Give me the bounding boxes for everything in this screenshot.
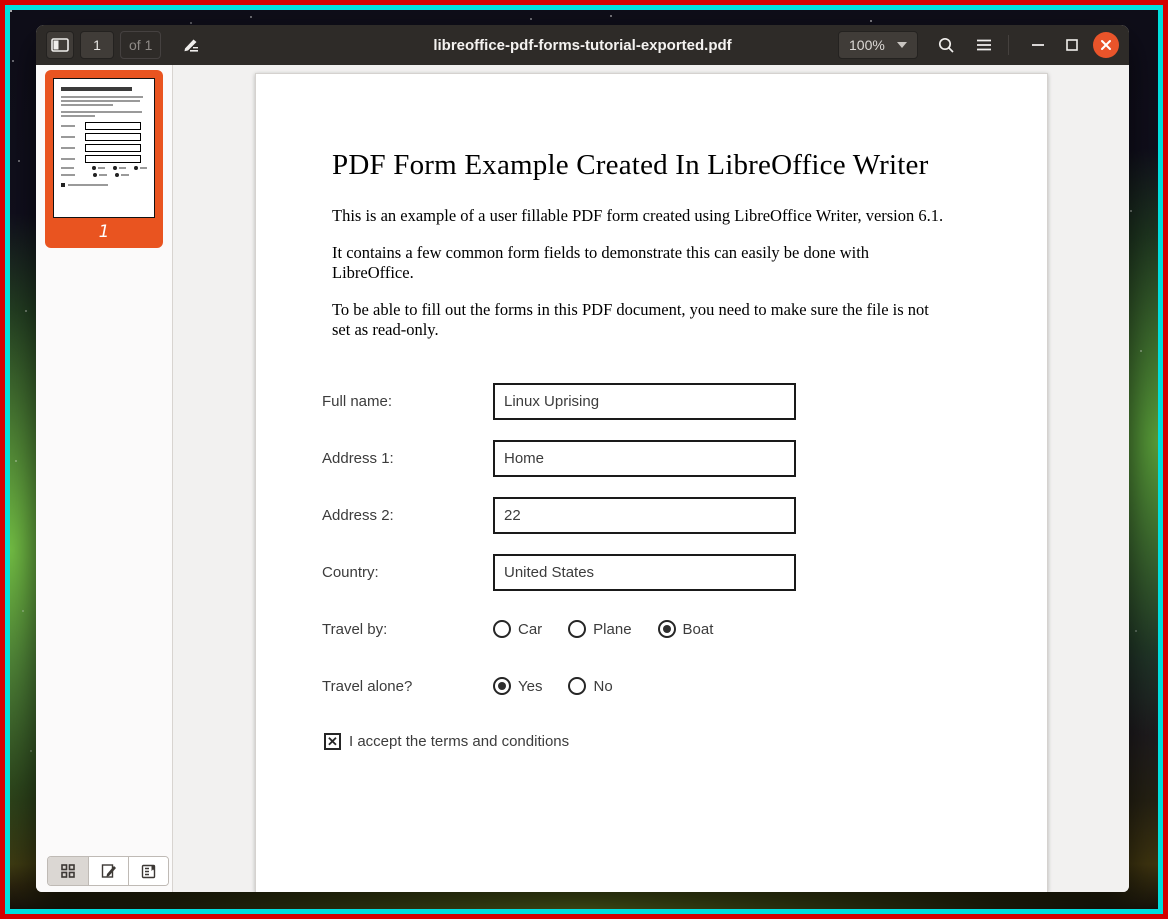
form-row-address2: Address 2: 22 [322, 497, 1047, 534]
desktop-wallpaper: 1 of 1 libreoffice-pdf-forms-tutorial-ex… [10, 10, 1158, 909]
sidebar-toggle-button[interactable] [46, 31, 74, 59]
sidebar-view-switcher [47, 856, 169, 886]
radio-option-car[interactable]: Car [493, 620, 542, 638]
close-button[interactable] [1093, 32, 1119, 58]
radio-option-boat[interactable]: Boat [658, 620, 714, 638]
annotate-button[interactable] [175, 29, 207, 61]
radio-option-yes[interactable]: Yes [493, 677, 542, 695]
terms-checkbox-row: I accept the terms and conditions [258, 731, 1047, 751]
page-thumbnail-image [53, 78, 155, 218]
radio-label: No [593, 678, 612, 695]
field-label: Full name: [322, 393, 493, 410]
evince-window: 1 of 1 libreoffice-pdf-forms-tutorial-ex… [36, 25, 1129, 892]
form-row-address1: Address 1: Home [322, 440, 1047, 477]
thumbnails-view-icon [61, 864, 75, 878]
document-paragraph: This is an example of a user fillable PD… [332, 206, 950, 225]
radio-icon [658, 620, 676, 638]
minimize-button[interactable] [1025, 32, 1051, 58]
thumbnail-page-number: 1 [99, 222, 110, 242]
field-label: Address 2: [322, 507, 493, 524]
page-number-input[interactable]: 1 [80, 31, 114, 59]
thumbnails-view-button[interactable] [48, 857, 88, 885]
sidebar-toggle-icon [51, 38, 69, 52]
radio-icon [568, 677, 586, 695]
titlebar-separator [1008, 35, 1009, 55]
maximize-button[interactable] [1059, 32, 1085, 58]
radio-icon [493, 620, 511, 638]
radio-group-travel-alone: Travel alone? Yes No [322, 676, 1047, 696]
bookmarks-view-icon [141, 864, 157, 879]
field-label: Travel by: [322, 621, 493, 638]
radio-label: Yes [518, 678, 542, 695]
maximize-icon [1066, 39, 1078, 51]
radio-option-plane[interactable]: Plane [568, 620, 631, 638]
radio-icon [493, 677, 511, 695]
form-row-country: Country: United States [322, 554, 1047, 591]
close-icon [1100, 39, 1112, 51]
document-paragraph: To be able to fill out the forms in this… [332, 300, 950, 339]
radio-group-travel-by: Travel by: Car Plane [322, 619, 1047, 639]
bookmarks-view-button[interactable] [128, 857, 168, 885]
radio-option-no[interactable]: No [568, 677, 612, 695]
titlebar: 1 of 1 libreoffice-pdf-forms-tutorial-ex… [36, 25, 1129, 65]
terms-checkbox-label: I accept the terms and conditions [349, 733, 569, 750]
star-field [10, 10, 12, 12]
search-button[interactable] [930, 29, 962, 61]
pdf-page: PDF Form Example Created In LibreOffice … [255, 73, 1048, 892]
zoom-level-dropdown[interactable]: 100% [838, 31, 918, 59]
zoom-level-value: 100% [849, 37, 885, 53]
document-paragraph: It contains a few common form fields to … [332, 243, 950, 282]
hamburger-menu-icon [976, 39, 992, 51]
thumbnail-sidebar: 1 [36, 65, 173, 892]
field-label: Country: [322, 564, 493, 581]
annotations-view-icon [101, 863, 117, 879]
terms-checkbox[interactable] [324, 733, 341, 750]
radio-icon [568, 620, 586, 638]
address1-input[interactable]: Home [493, 440, 796, 477]
form-row-full-name: Full name: Linux Uprising [322, 383, 1047, 420]
radio-label: Boat [683, 621, 714, 638]
field-label: Address 1: [322, 450, 493, 467]
annotate-pen-icon [182, 36, 200, 54]
document-heading: PDF Form Example Created In LibreOffice … [332, 149, 950, 182]
full-name-input[interactable]: Linux Uprising [493, 383, 796, 420]
chevron-down-icon [897, 42, 907, 48]
minimize-icon [1032, 43, 1044, 47]
document-view[interactable]: PDF Form Example Created In LibreOffice … [173, 65, 1129, 892]
annotations-view-button[interactable] [88, 857, 128, 885]
page-thumbnail-selected[interactable]: 1 [45, 70, 163, 248]
app-menu-button[interactable] [968, 29, 1000, 61]
field-label: Travel alone? [322, 678, 493, 695]
address2-input[interactable]: 22 [493, 497, 796, 534]
page-count-label: of 1 [120, 31, 161, 59]
country-input[interactable]: United States [493, 554, 796, 591]
radio-label: Plane [593, 621, 631, 638]
search-icon [937, 36, 955, 54]
radio-label: Car [518, 621, 542, 638]
